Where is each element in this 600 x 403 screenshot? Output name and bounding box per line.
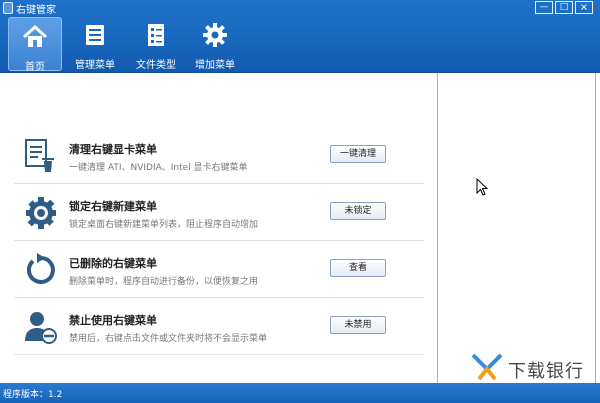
app-header: 右键管家 — □ × 首页 管理菜单 文件类型 增加菜单	[0, 0, 600, 73]
tab-home-label: 首页	[25, 62, 45, 73]
lock-new-menu-button[interactable]: 未锁定	[330, 202, 386, 220]
title-bar[interactable]: 右键管家 — □ ×	[0, 0, 600, 16]
list-item: 禁止使用右键菜单 禁用后，右键点击文件或文件夹时将不会显示菜单 未禁用	[14, 299, 424, 355]
user-block-icon	[25, 312, 57, 344]
disable-context-menu-button[interactable]: 未禁用	[330, 316, 386, 334]
maximize-button[interactable]: □	[555, 1, 573, 14]
home-icon	[22, 24, 48, 47]
item-description: 删除菜单时，程序自动进行备份，以便恢复之用	[69, 277, 259, 287]
clean-gpu-menu-button[interactable]: 一键清理	[330, 145, 386, 163]
item-title: 清理右键显卡菜单	[69, 143, 157, 156]
watermark-logo-icon	[471, 353, 503, 381]
watermark-text: 下载银行	[508, 361, 584, 382]
mouse-cursor-icon	[476, 178, 488, 196]
gear-icon	[203, 23, 227, 47]
version-label: 程序版本：1.2	[3, 390, 63, 400]
item-description: 锁定桌面右键新建菜单列表，阻止程序自动增加	[69, 220, 259, 230]
file-list-icon	[148, 24, 164, 46]
side-preview-pane	[437, 73, 596, 383]
list-item: 锁定右键新建菜单 锁定桌面右键新建菜单列表，阻止程序自动增加 未锁定	[14, 185, 424, 241]
tab-filetype-label: 文件类型	[136, 60, 176, 71]
item-description: 禁用后，右键点击文件或文件夹时将不会显示菜单	[69, 334, 268, 344]
status-bar: 程序版本：1.2	[0, 383, 600, 403]
tab-add-label: 增加菜单	[195, 60, 235, 71]
view-deleted-button[interactable]: 查看	[330, 259, 386, 277]
refresh-icon	[26, 253, 55, 284]
close-button[interactable]: ×	[575, 1, 593, 14]
gear-icon	[26, 197, 56, 229]
minimize-button[interactable]: —	[535, 1, 553, 14]
app-logo-icon	[3, 2, 13, 14]
list-item: 已删除的右键菜单 删除菜单时，程序自动进行备份，以便恢复之用 查看	[14, 242, 424, 298]
tab-manage-menu[interactable]: 管理菜单	[70, 16, 120, 72]
watermark: 下载银行	[470, 352, 600, 382]
item-description: 一键清理 ATI、NVIDIA、Intel 显卡右键菜单	[69, 163, 248, 173]
list-icon	[86, 25, 104, 45]
tab-manage-label: 管理菜单	[75, 60, 115, 71]
tab-file-type[interactable]: 文件类型	[128, 16, 184, 72]
tab-home[interactable]: 首页	[8, 17, 62, 73]
clean-list-icon	[25, 139, 54, 172]
item-title: 禁止使用右键菜单	[69, 314, 157, 327]
window-title: 右键管家	[16, 5, 56, 16]
list-item: 清理右键显卡菜单 一键清理 ATI、NVIDIA、Intel 显卡右键菜单 一键…	[14, 128, 424, 184]
item-title: 锁定右键新建菜单	[69, 200, 157, 213]
main-panel: 清理右键显卡菜单 一键清理 ATI、NVIDIA、Intel 显卡右键菜单 一键…	[0, 73, 436, 383]
tab-add-menu[interactable]: 增加菜单	[190, 16, 240, 72]
item-title: 已删除的右键菜单	[69, 257, 157, 270]
main-toolbar: 首页 管理菜单 文件类型 增加菜单	[0, 16, 600, 73]
